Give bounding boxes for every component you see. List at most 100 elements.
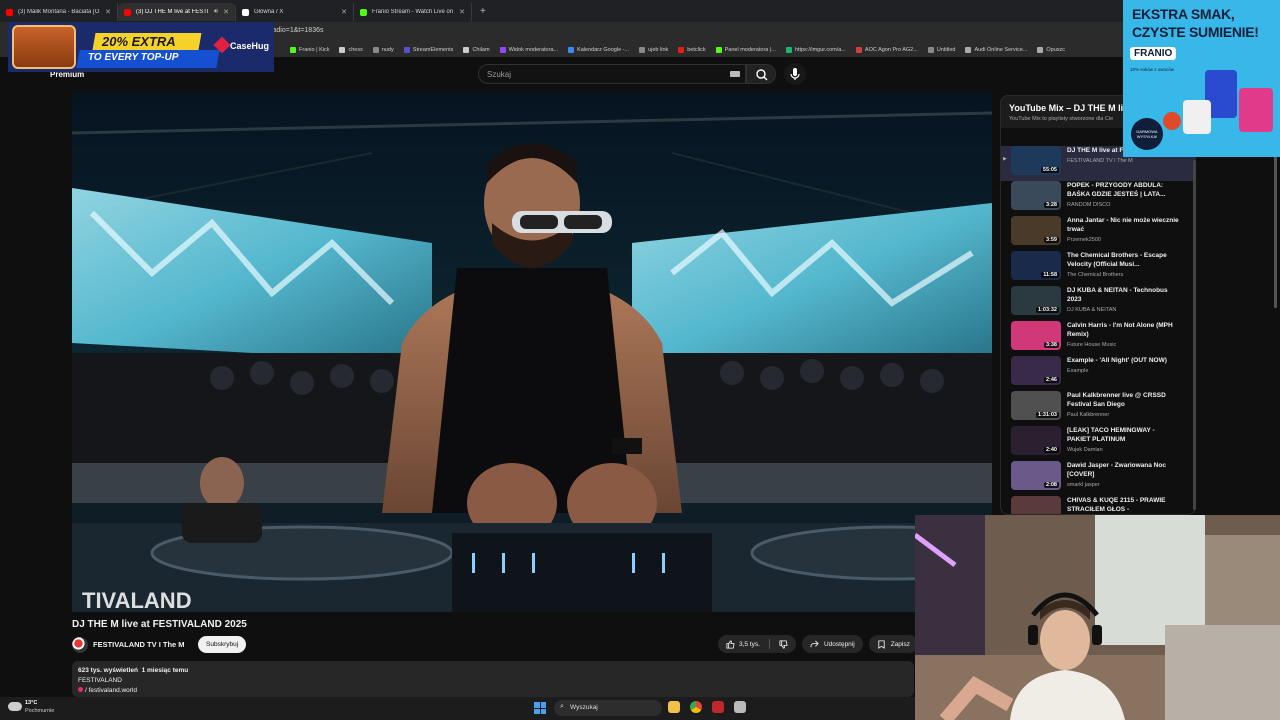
playlist-item[interactable]: 11:58 The Chemical Brothers - Escape Velo…	[1001, 251, 1195, 286]
playlist-item-channel: FESTIVALAND TV I The M	[1067, 158, 1133, 164]
playlist-item-title: Dawid Jasper - Zwariowana Noc [COVER]	[1067, 462, 1166, 478]
share-icon	[810, 640, 819, 647]
share-button[interactable]: Udostępnij	[801, 635, 863, 653]
playlist-item[interactable]: 2:40 [LEAK] TACO HEMINGWAY - PAKIET PLATI…	[1001, 426, 1195, 461]
windows-start-icon[interactable]	[534, 702, 546, 714]
bookmark-item[interactable]: Untitled	[927, 46, 955, 53]
playlist-item[interactable]: 3:59 Anna Jantar - Nic nie może wiecznie …	[1001, 216, 1195, 251]
duration-badge: 3:38	[1043, 342, 1059, 348]
playlist-item[interactable]: 3:28 POPEK - PRZYGODY ABDULA: BAŚKA GDZIE…	[1001, 181, 1195, 216]
channel-avatar[interactable]	[72, 637, 88, 653]
browser-tab-2[interactable]: (3) DJ THE M live at FESTIVAL 🔊︎ ✕	[118, 3, 236, 21]
duration-badge: 2:40	[1043, 447, 1059, 453]
weather-description: Pochmurnie	[25, 708, 55, 714]
playlist-item-meta: Paul Kalkbrenner live @ CRSSD Festival S…	[1061, 391, 1179, 426]
voice-search-button[interactable]	[784, 63, 806, 85]
playlist-item-title: The Chemical Brothers - Escape Velocity …	[1067, 252, 1167, 268]
video-thumbnail[interactable]: 1:31:03	[1011, 391, 1061, 420]
now-playing-icon: ▶	[1003, 156, 1007, 162]
bookmark-item[interactable]: Widok moderatora...	[499, 46, 558, 53]
video-thumbnail[interactable]: 3:38	[1011, 321, 1061, 350]
video-thumbnail[interactable]: 11:58	[1011, 251, 1061, 280]
bookmark-label: StreamElements	[412, 46, 454, 53]
browser-tab-4[interactable]: Franio Stream - Watch Live on ✕	[354, 3, 472, 21]
file-explorer-icon[interactable]	[668, 701, 680, 713]
speaker-icon[interactable]: 🔊︎	[214, 8, 218, 16]
keyboard-icon[interactable]	[730, 71, 740, 77]
search-button[interactable]	[746, 64, 776, 84]
bookmark-item[interactable]: Chilam	[463, 46, 490, 53]
upload-age: 1 miesiąc temu	[141, 667, 189, 674]
browser-tab-strip: (3) Malik Montana - Baciata [O ✕ (3) DJ …	[0, 0, 1280, 22]
like-button[interactable]: 3,5 tys.	[726, 639, 760, 649]
thumbs-down-icon[interactable]	[779, 639, 788, 649]
taskbar-search[interactable]: ⌕ Wyszukaj	[554, 700, 662, 716]
video-thumbnail[interactable]: 2:40	[1011, 426, 1061, 455]
bookmark-item[interactable]: Opuszc	[1037, 46, 1065, 53]
video-thumbnail[interactable]: 55:05	[1011, 146, 1061, 175]
product-cup-image	[1239, 88, 1273, 132]
bookmark-item[interactable]: https://imgur.com/a...	[785, 46, 846, 53]
video-thumbnail[interactable]: 2:08	[1011, 461, 1061, 490]
bookmark-item[interactable]: ujeb link	[639, 46, 668, 53]
video-thumbnail[interactable]: 2:46	[1011, 356, 1061, 385]
playlist-item[interactable]: CHIVAS & KUQE 2115 - PRAWIE STRACIŁEM GŁ…	[1001, 496, 1195, 514]
app-icon[interactable]	[734, 701, 746, 713]
video-thumbnail[interactable]: 1:03:32	[1011, 286, 1061, 315]
bookmark-label: Chilam	[472, 46, 490, 53]
channel-name[interactable]: FESTIVALAND TV I The M	[93, 640, 185, 649]
playlist-item-meta: CHIVAS & KUQE 2115 - PRAWIE STRACIŁEM GŁ…	[1061, 496, 1179, 514]
playlist-scrollbar[interactable]	[1193, 160, 1196, 510]
description-box[interactable]: 623 tys. wyświetleń 1 miesiąc temu FESTI…	[72, 661, 914, 697]
bookmark-favicon-icon	[463, 46, 470, 53]
chrome-icon[interactable]	[690, 701, 702, 713]
playlist-item-channel: RANDOM DISCO	[1067, 202, 1111, 208]
bookmark-item[interactable]: nudy	[372, 46, 394, 53]
playlist-item-title: [LEAK] TACO HEMINGWAY - PAKIET PLATINUM	[1067, 427, 1155, 443]
save-button[interactable]: Zapisz	[868, 635, 918, 653]
video-watermark: TIVALAND	[82, 588, 192, 612]
bookmark-favicon-icon	[403, 46, 410, 53]
bookmark-item[interactable]: AOC Agon Pro AG2...	[855, 46, 918, 53]
bookmark-favicon-icon	[785, 46, 792, 53]
bookmark-item[interactable]: Kalendarz Google -...	[568, 46, 629, 53]
close-tab-icon[interactable]: ✕	[341, 8, 347, 16]
playlist-item-title: Anna Jantar - Nic nie może wiecznie trwa…	[1067, 217, 1179, 233]
playlist-item-meta: DJ KUBA & NEITAN - Technobus 2023 DJ KUBA…	[1061, 286, 1179, 321]
bookmark-item[interactable]: Audi Online Service...	[965, 46, 1027, 53]
new-tab-button[interactable]: +	[472, 6, 494, 17]
cloud-icon[interactable]	[8, 702, 22, 711]
bookmark-item[interactable]: chess	[339, 46, 363, 53]
description-link[interactable]: / festivaland.world	[78, 686, 908, 696]
video-thumbnail[interactable]	[1011, 496, 1061, 514]
playlist-item[interactable]: 1:03:32 DJ KUBA & NEITAN - Technobus 2023…	[1001, 286, 1195, 321]
bookmark-item[interactable]: Panel moderatora |...	[715, 46, 776, 53]
close-tab-icon[interactable]: ✕	[223, 8, 229, 16]
playlist-item-channel: Example	[1067, 368, 1089, 374]
bookmark-item[interactable]: Franio | Kick	[290, 46, 330, 53]
playlist-item-title: POPEK - PRZYGODY ABDULA: BAŚKA GDZIE JES…	[1067, 182, 1166, 198]
close-tab-icon[interactable]: ✕	[459, 8, 465, 16]
bookmark-item[interactable]: StreamElements	[403, 46, 454, 53]
playlist-item[interactable]: 2:46 Example - 'All Night' (OUT NOW) Examp…	[1001, 356, 1195, 391]
bookmark-favicon-icon	[965, 46, 972, 53]
subscribe-button[interactable]: Subskrybuj	[198, 636, 247, 653]
app-icon[interactable]	[712, 701, 724, 713]
playlist-item[interactable]: 2:08 Dawid Jasper - Zwariowana Noc [COVER…	[1001, 461, 1195, 496]
close-tab-icon[interactable]: ✕	[105, 8, 111, 16]
ad-headline-line1: EKSTRA SMAK,	[1132, 6, 1235, 22]
video-player[interactable]: TIVALAND	[72, 93, 992, 612]
video-thumbnail[interactable]: 3:28	[1011, 181, 1061, 210]
search-input[interactable]: Szukaj	[478, 64, 746, 84]
screen: (3) Malik Montana - Baciata [O ✕ (3) DJ …	[0, 0, 1280, 720]
playlist-item[interactable]: 3:38 Calvin Harris - I'm Not Alone (MPH R…	[1001, 321, 1195, 356]
video-thumbnail[interactable]: 3:59	[1011, 216, 1061, 245]
bookmark-label: Franio | Kick	[299, 46, 330, 53]
playlist-item[interactable]: 1:31:03 Paul Kalkbrenner live @ CRSSD Fes…	[1001, 391, 1195, 426]
bookmark-label: AOC Agon Pro AG2...	[864, 46, 918, 53]
browser-tab-1[interactable]: (3) Malik Montana - Baciata [O ✕	[0, 3, 118, 21]
bookmark-item[interactable]: betclick	[678, 46, 706, 53]
browser-tab-3[interactable]: Główna / X ✕	[236, 3, 354, 21]
